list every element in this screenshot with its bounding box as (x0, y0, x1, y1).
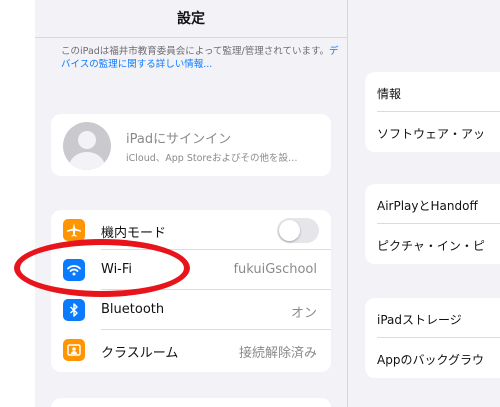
info-label: 情報 (377, 87, 402, 101)
bluetooth-label: Bluetooth (101, 302, 165, 317)
picture-in-picture-row[interactable]: ピクチャ・イン・ピ (365, 224, 500, 264)
signin-subtitle: iCloud、App Storeおよびその他を設… (126, 153, 298, 164)
detail-pane[interactable]: 情報 ソフトウェア・アッ AirPlayとHandoff ピクチャ・イン・ピ i… (348, 0, 500, 407)
software-update-label: ソフトウェア・アッ (377, 127, 486, 141)
avatar-body-shape (69, 152, 105, 170)
wifi-network-value: fukuiGschool (233, 262, 317, 277)
avatar (63, 122, 111, 170)
info-row[interactable]: 情報 (365, 72, 500, 112)
classroom-icon (63, 339, 85, 361)
nav-divider (35, 37, 347, 38)
ipad-storage-row[interactable]: iPadストレージ (365, 298, 500, 338)
classroom-row[interactable]: クラスルーム 接続解除済み (51, 330, 331, 370)
bluetooth-status-value: オン (290, 306, 317, 321)
bluetooth-icon (63, 299, 85, 321)
general-group-3: iPadストレージ Appのバックグラウ (365, 298, 500, 378)
airplane-icon (63, 219, 85, 241)
background-app-refresh-row[interactable]: Appのバックグラウ (365, 338, 500, 378)
supervision-notice: このiPadは福井市教育委員会によって監理/管理されています。デバイスの監理に関… (61, 45, 341, 71)
general-group-2: AirPlayとHandoff ピクチャ・イン・ピ (365, 184, 500, 264)
airplay-handoff-row[interactable]: AirPlayとHandoff (365, 184, 500, 224)
settings-sidebar[interactable]: 設定 このiPadは福井市教育委員会によって監理/管理されています。デバイスの監… (35, 0, 347, 407)
ipad-storage-label: iPadストレージ (377, 313, 462, 327)
classroom-label: クラスルーム (101, 346, 179, 361)
avatar-head-shape (78, 131, 96, 149)
general-group-1: 情報 ソフトウェア・アッ (365, 72, 500, 152)
background-app-refresh-label: Appのバックグラウ (377, 353, 484, 367)
red-highlight-ellipse (14, 239, 190, 297)
airplay-handoff-label: AirPlayとHandoff (377, 199, 478, 213)
classroom-status-value: 接続解除済み (238, 346, 317, 361)
next-group-card (51, 398, 331, 407)
supervision-text: このiPadは福井市教育委員会によって監理/管理されています。 (61, 46, 329, 57)
page-title: 設定 (177, 11, 205, 27)
picture-in-picture-label: ピクチャ・イン・ピ (377, 239, 485, 253)
toggle-knob (279, 220, 300, 241)
airplane-mode-toggle[interactable] (277, 218, 319, 243)
airplane-mode-label: 機内モード (101, 226, 167, 241)
software-update-row[interactable]: ソフトウェア・アッ (365, 112, 500, 152)
signin-title: iPadにサインイン (126, 132, 232, 147)
screen: 設定 このiPadは福井市教育委員会によって監理/管理されています。デバイスの監… (0, 0, 500, 407)
signin-card[interactable]: iPadにサインイン iCloud、App Storeおよびその他を設… (51, 114, 331, 176)
